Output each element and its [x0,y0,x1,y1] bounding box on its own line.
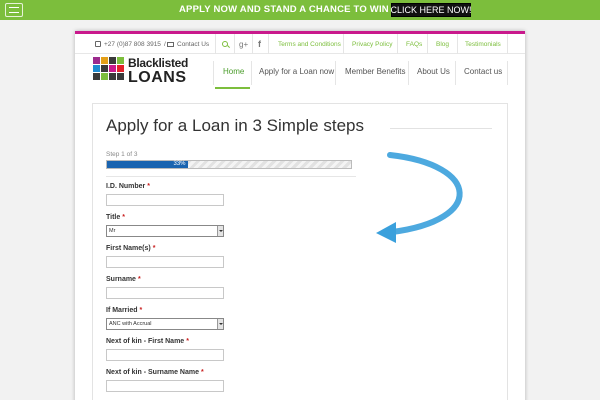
label-first-name: First Name(s) * [106,245,156,252]
logo-square [109,65,116,72]
divider [397,34,398,54]
chevron-down-icon [217,319,223,329]
title-rule [390,128,492,129]
logo-square [117,57,124,64]
chevron-down-icon [217,226,223,236]
nav-contact[interactable]: Contact us [464,67,502,83]
nok-surname-input[interactable] [106,380,224,392]
divider [343,34,344,54]
logo-square [101,57,108,64]
title-select[interactable]: Mr [106,225,224,237]
nav-divider [408,61,409,85]
label-nok-surname: Next of kin - Surname Name * [106,369,204,376]
link-terms[interactable]: Terms and Conditions [278,34,341,54]
nav-divider [213,61,214,85]
label-if-married: If Married * [106,307,143,314]
divider [252,34,253,54]
logo-square [93,57,100,64]
facebook-icon[interactable]: f [258,34,261,54]
nav-home[interactable]: Home [223,67,244,83]
promo-text: APPLY NOW AND STAND A CHANCE TO WIN R500… [179,4,421,15]
divider [215,34,216,54]
nav-divider [507,61,508,85]
link-privacy[interactable]: Privacy Policy [352,34,392,54]
contact-item[interactable]: Contact Us [167,34,209,54]
search-icon [222,41,228,47]
link-blog[interactable]: Blog [436,34,449,54]
link-faqs[interactable]: FAQs [406,34,422,54]
logo-square [117,73,124,80]
logo-square [109,73,116,80]
logo-square [93,73,100,80]
divider [507,34,508,54]
menu-icon[interactable] [5,3,23,17]
nav-divider [335,61,336,85]
phone-number: +27 (0)87 808 3915 [104,40,161,48]
label-nok-first-name: Next of kin - First Name * [106,338,189,345]
first-name-input[interactable] [106,256,224,268]
married-select[interactable]: ANC with Accrual [106,318,224,330]
utility-bar: +27 (0)87 808 3915 / Contact Us g+ f Ter… [75,34,525,54]
promo-bar: APPLY NOW AND STAND A CHANCE TO WIN R500… [0,0,600,20]
page-title: Apply for a Loan in 3 Simple steps [106,116,364,135]
divider [268,34,269,54]
label-title: Title * [106,214,125,221]
progress-fill: 33% [107,161,188,168]
label-id-number: I.D. Number * [106,183,151,190]
nav-active-indicator [215,87,250,89]
contact-link: Contact Us [177,40,210,48]
logo-square [101,73,108,80]
logo-text-top[interactable]: Blacklisted [128,56,188,70]
nav-divider [251,61,252,85]
promo-cta-button[interactable]: CLICK HERE NOW! [391,3,472,17]
logo-mark[interactable] [93,57,124,80]
link-testimonials[interactable]: Testimonials [465,34,501,54]
progress-bar: 33% [106,160,352,169]
logo-square [101,65,108,72]
gplus-icon[interactable]: g+ [239,34,248,54]
nav-apply[interactable]: Apply for a Loan now [259,67,334,83]
progress-rule [106,176,356,177]
mail-icon [167,41,174,47]
logo-text-bottom[interactable]: LOANS [128,69,187,87]
divider [427,34,428,54]
phone-icon [95,41,101,47]
phone-item[interactable]: +27 (0)87 808 3915 / [95,34,166,54]
nav-member-benefits[interactable]: Member Benefits [345,67,405,83]
logo-square [117,65,124,72]
step-indicator: Step 1 of 3 [106,151,138,158]
surname-input[interactable] [106,287,224,299]
logo-square [109,57,116,64]
id-number-input[interactable] [106,194,224,206]
phone-divider: / [163,40,166,48]
search-button[interactable] [222,34,228,54]
divider [234,34,235,54]
nav-about[interactable]: About Us [417,67,450,83]
logo-square [93,65,100,72]
divider [457,34,458,54]
nav-divider [455,61,456,85]
nok-first-name-input[interactable] [106,349,224,361]
curved-arrow-icon [376,152,463,243]
label-surname: Surname * [106,276,141,283]
